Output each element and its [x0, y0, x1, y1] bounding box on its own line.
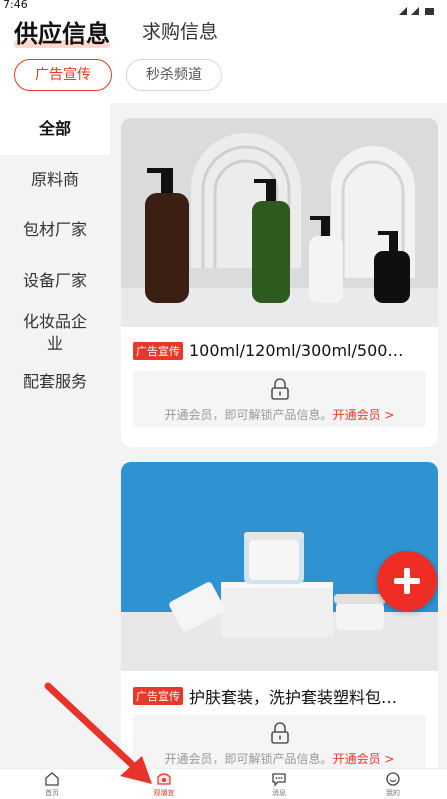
add-post-button[interactable]: [377, 551, 437, 611]
lock-message: 开通会员，即可解锁产品信息。: [164, 752, 333, 766]
message-icon: [272, 773, 286, 787]
ad-tag: 广告宣传: [133, 341, 183, 360]
sidebar-item-packaging[interactable]: 包材厂家: [0, 219, 110, 241]
content-area: 全部 原料商 包材厂家 设备厂家 化妆品企业 配套服务 广告宣传 100ml/1…: [0, 103, 447, 768]
sidebar-item-raw-material[interactable]: 原料商: [0, 169, 110, 191]
tab-purchase-info[interactable]: 求购信息: [142, 17, 218, 44]
product-card[interactable]: 广告宣传 100ml/120ml/300ml/500ml… 开通会员，即可解锁产品…: [121, 118, 438, 447]
lock-text-row: 开通会员，即可解锁产品信息。开通会员 >: [133, 406, 426, 423]
card-title-row: 广告宣传 护肤套装，洗护套装塑料包…: [133, 684, 433, 708]
sidebar-item-cosmetics-company[interactable]: 化妆品企业: [22, 311, 88, 355]
sidebar-item-services[interactable]: 配套服务: [0, 371, 110, 393]
product-card[interactable]: 广告宣传 护肤套装，洗护套装塑料包… 开通会员，即可解锁产品信息。开通会员 >: [121, 462, 438, 768]
chip-ad-promotion[interactable]: 广告宣传: [14, 59, 112, 91]
card-title[interactable]: 100ml/120ml/300ml/500ml…: [189, 341, 414, 360]
nav-label: 我的: [386, 789, 400, 797]
nav-profile[interactable]: 我的: [353, 769, 433, 799]
nav-label: 观潮宣: [153, 789, 175, 797]
locked-info-box: 开通会员，即可解锁产品信息。开通会员 >: [133, 715, 426, 768]
ad-tag: 广告宣传: [133, 687, 183, 705]
lock-message: 开通会员，即可解锁产品信息。: [164, 408, 333, 422]
nav-label: 消息: [272, 789, 286, 797]
tab-supply-info[interactable]: 供应信息: [14, 14, 110, 49]
nav-guanchao[interactable]: 观潮宣: [124, 769, 204, 799]
guanchao-icon: [157, 773, 171, 785]
lock-text-row: 开通会员，即可解锁产品信息。开通会员 >: [133, 750, 426, 767]
nav-label: 首页: [45, 789, 59, 797]
sidebar-item-all[interactable]: 全部: [0, 103, 110, 155]
open-membership-link[interactable]: 开通会员 >: [333, 752, 395, 766]
pump-bottles-photo: [121, 118, 438, 327]
chip-flash-sale[interactable]: 秒杀频道: [126, 59, 222, 91]
lock-icon: [271, 722, 289, 744]
status-time: 7:46: [3, 0, 28, 11]
top-tabs: 供应信息 求购信息: [0, 12, 447, 52]
status-icons: [399, 0, 435, 15]
locked-info-box: 开通会员，即可解锁产品信息。开通会员 >: [133, 371, 426, 427]
category-sidebar: 全部 原料商 包材厂家 设备厂家 化妆品企业 配套服务: [0, 103, 110, 768]
status-bar: 7:46: [0, 0, 447, 15]
sidebar-item-equipment[interactable]: 设备厂家: [0, 270, 110, 292]
card-title-row: 广告宣传 100ml/120ml/300ml/500ml…: [133, 340, 433, 364]
lock-icon: [271, 378, 289, 400]
profile-icon: [386, 772, 400, 786]
home-icon: [45, 772, 59, 786]
nav-messages[interactable]: 消息: [239, 769, 319, 799]
open-membership-link[interactable]: 开通会员 >: [333, 408, 395, 422]
nav-home[interactable]: 首页: [12, 769, 92, 799]
card-title[interactable]: 护肤套装，洗护套装塑料包…: [189, 684, 414, 708]
bottom-nav: 首页 观潮宣 消息 我的: [0, 768, 447, 799]
